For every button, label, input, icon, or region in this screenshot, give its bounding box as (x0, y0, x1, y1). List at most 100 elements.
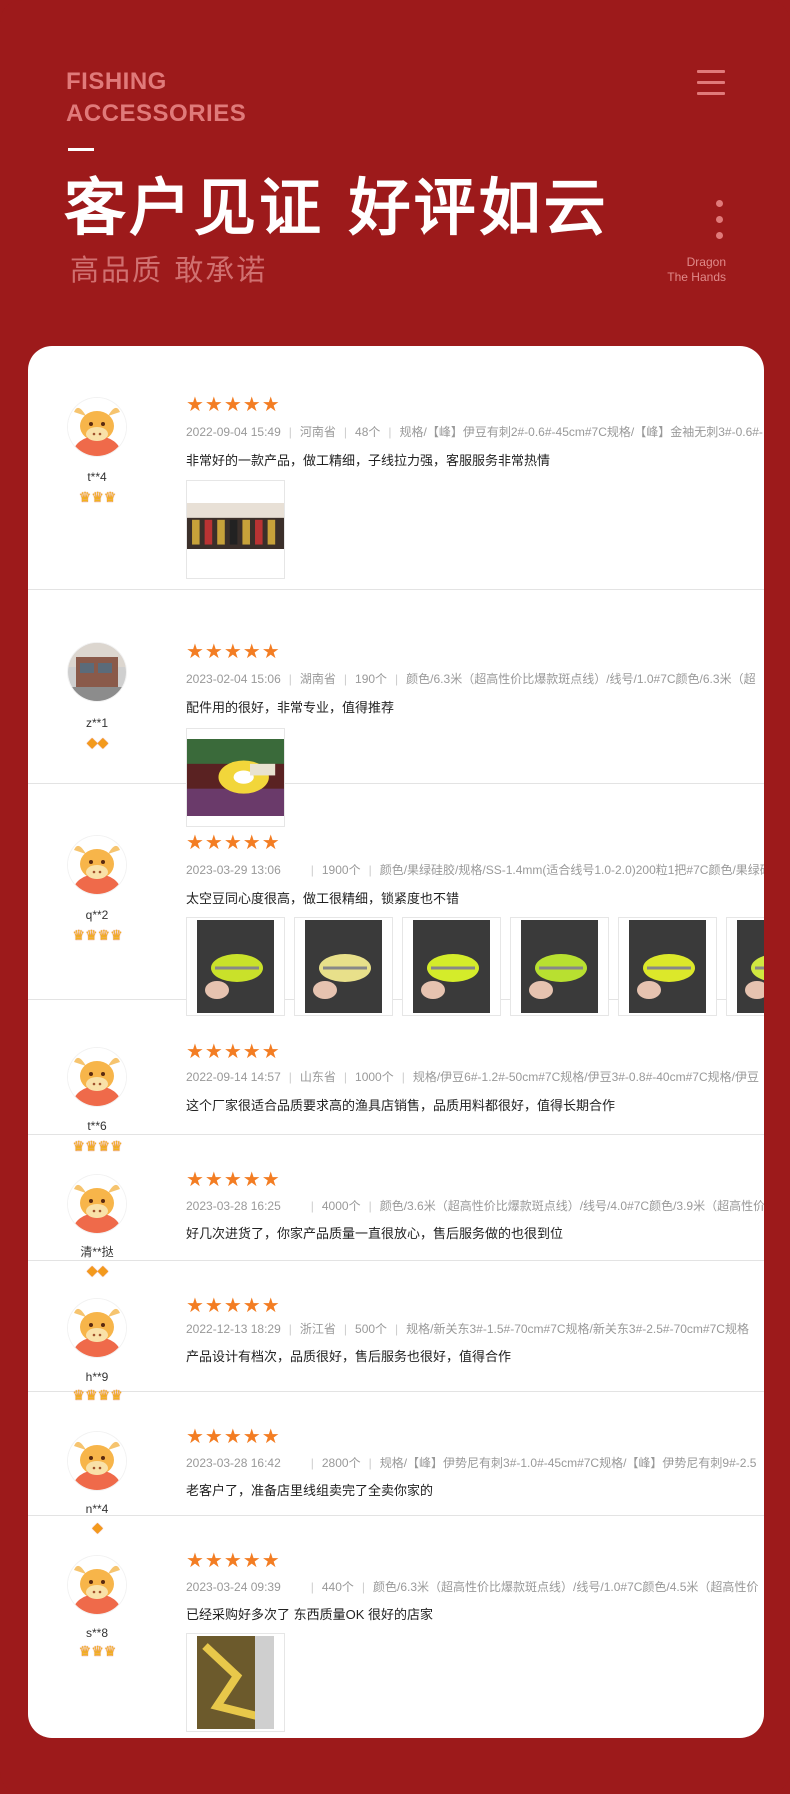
review-province: 山东省 (299, 1070, 336, 1084)
review-image-thumbnail[interactable] (186, 480, 285, 579)
meta-separator: | (343, 425, 348, 439)
review-date: 2022-09-14 14:57 (186, 1070, 281, 1084)
rating-stars: ★★★★★ (186, 394, 281, 416)
meta-separator: | (288, 1322, 292, 1336)
review-spec: 颜色/果绿硅胶/规格/SS-1.4mm(适合线号1.0-2.0)200粒1把#7… (379, 863, 764, 877)
meta-separator: | (368, 1199, 372, 1213)
avatar[interactable] (68, 1299, 126, 1357)
avatar[interactable] (68, 836, 126, 894)
review-meta: 2022-12-13 18:29 | 浙江省 | 500个 | 规格/新关东3#-1.5#-… (186, 1322, 764, 1336)
review-quantity: 440个 (321, 1580, 354, 1594)
meta-separator: | (343, 1070, 348, 1084)
reviewer-name: n**4 (85, 1502, 109, 1516)
review-spec: 颜色/3.6米（超高性价比爆款斑点线）/线号/4.0#7C颜色/3.9米（超高性… (379, 1199, 764, 1213)
reviews-card: t**4 ♛♛♛ ★★★★★ 2022-09-04 15:49 | 河南省 | 48个 | 规格/… (28, 346, 764, 1738)
rating-stars: ★★★★★ (186, 1295, 281, 1317)
review-date: 2022-09-04 15:49 (186, 425, 281, 439)
review-spec: 规格/新关东3#-1.5#-70cm#7C规格/新关东3#-2.5#-70cm#… (406, 1322, 749, 1336)
review-date: 2022-12-13 18:29 (186, 1322, 281, 1336)
review-meta: 2023-03-28 16:25 | 4000个 | 颜色/3.6米（超高性价比爆款斑点… (186, 1199, 764, 1213)
review-images (186, 1633, 764, 1732)
diamond-icon: ◆ (97, 734, 109, 750)
meta-separator: | (395, 672, 399, 686)
review-quantity: 500个 (355, 1322, 388, 1336)
review-date: 2023-03-28 16:42 (186, 1456, 281, 1470)
page-title: 客户见证 好评如云 (64, 171, 609, 244)
hamburger-menu-icon[interactable] (697, 70, 725, 96)
page-subtitle: 高品质 敢承诺 (70, 253, 268, 287)
review-meta: 2023-03-24 09:39 | 440个 | 颜色/6.3米（超高性价比爆款斑点线… (186, 1580, 764, 1594)
crown-icon: ♛ (97, 927, 111, 943)
reviewer-name: z**1 (85, 716, 108, 730)
more-dots-icon[interactable] (716, 200, 724, 248)
reviewer-level-badges: ♛♛♛ (28, 1643, 166, 1659)
crown-icon: ♛ (91, 489, 104, 505)
meta-separator: | (388, 425, 392, 439)
review-spec: 规格/【峰】伊豆有刺2#-0.6#-45cm#7C规格/【峰】金袖无刺3#-0.… (399, 425, 763, 439)
avatar[interactable] (68, 1175, 126, 1233)
tagline-line-1: Dragon (686, 255, 726, 269)
review-quantity: 4000个 (321, 1199, 361, 1213)
crown-icon: ♛ (91, 1643, 104, 1659)
avatar[interactable] (68, 398, 126, 456)
review-item: q**2 ♛♛♛♛ ★★★★★ 2023-03-29 13:06 | 1900个 | 颜色/果… (28, 784, 764, 1016)
review-text: 产品设计有档次，品质很好，售后服务也很好，值得合作 (186, 1349, 512, 1364)
crown-icon: ♛ (110, 927, 123, 943)
reviewer-level-badges: ♛♛♛♛ (28, 927, 166, 943)
review-province: 湖南省 (299, 672, 336, 686)
reviewer-name: h**9 (85, 1370, 109, 1384)
rating-stars: ★★★★★ (186, 1041, 281, 1063)
crown-icon: ♛ (84, 927, 98, 943)
meta-separator: | (310, 1456, 314, 1470)
review-images (186, 480, 764, 579)
review-item: t**4 ♛♛♛ ★★★★★ 2022-09-04 15:49 | 河南省 | 48个 | 规格/… (28, 346, 764, 590)
review-quantity: 190个 (355, 672, 388, 686)
review-text: 好几次进货了，你家产品质量一直很放心，售后服务做的也很到位 (186, 1226, 564, 1241)
review-date: 2023-03-28 16:25 (186, 1199, 281, 1213)
review-spec: 规格/【峰】伊势尼有刺3#-1.0#-45cm#7C规格/【峰】伊势尼有刺9#-… (379, 1456, 757, 1470)
review-text: 老客户了，准备店里线组卖完了全卖你家的 (186, 1483, 434, 1498)
reviewer-name: q**2 (85, 908, 109, 922)
review-date: 2023-03-24 09:39 (186, 1580, 281, 1594)
meta-separator: | (310, 1580, 314, 1594)
rating-stars: ★★★★★ (186, 1426, 281, 1448)
reviewer-level-badges: ◆◆ (28, 734, 166, 750)
review-province: 浙江省 (299, 1322, 336, 1336)
review-text: 这个厂家很适合品质要求高的渔具店销售，品质用料都很好，值得长期合作 (186, 1098, 616, 1113)
review-date: 2023-02-04 15:06 (186, 672, 281, 686)
review-meta: 2022-09-04 15:49 | 河南省 | 48个 | 规格/【峰】伊豆有刺2#-0.… (186, 425, 764, 439)
review-quantity: 1900个 (321, 863, 361, 877)
review-text: 已经采购好多次了 东西质量OK 很好的店家 (186, 1607, 434, 1622)
rating-stars: ★★★★★ (186, 1169, 281, 1191)
crown-icon: ♛ (72, 927, 85, 943)
review-item: z**1 ◆◆ ★★★★★ 2023-02-04 15:06 | 湖南省 | 190个 | 颜色/… (28, 590, 764, 827)
crown-icon: ♛ (78, 489, 92, 505)
avatar[interactable] (68, 1048, 126, 1106)
page-frame: FISHING ACCESSORIES 客户见证 好评如云 高品质 敢承诺 Dr… (0, 0, 790, 1794)
meta-separator: | (343, 672, 348, 686)
title-dash (68, 148, 94, 151)
review-item: h**9 ♛♛♛♛ ★★★★★ 2022-12-13 18:29 | 浙江省 | 500个 | 规… (28, 1261, 764, 1403)
review-text: 非常好的一款产品，做工精细，子线拉力强，客服服务非常热情 (186, 453, 551, 468)
meta-separator: | (288, 672, 292, 686)
avatar[interactable] (68, 643, 126, 701)
review-text: 太空豆同心度很高，做工很精细，锁紧度也不错 (186, 891, 460, 906)
review-quantity: 48个 (355, 425, 381, 439)
avatar[interactable] (68, 1556, 126, 1614)
review-quantity: 1000个 (355, 1070, 394, 1084)
meta-separator: | (361, 1580, 366, 1594)
review-text: 配件用的很好，非常专业，值得推荐 (186, 700, 395, 715)
reviewer-name: s**8 (85, 1626, 108, 1640)
brand-line-2: ACCESSORIES (66, 100, 247, 127)
crown-icon: ♛ (78, 1643, 92, 1659)
reviewer-level-badges: ♛♛♛ (28, 489, 166, 505)
meta-separator: | (343, 1322, 348, 1336)
review-meta: 2023-03-28 16:42 | 2800个 | 规格/【峰】伊势尼有刺3#-1.0… (186, 1456, 764, 1470)
meta-separator: | (288, 425, 292, 439)
review-meta: 2022-09-14 14:57 | 山东省 | 1000个 | 规格/伊豆6#-1.2#-… (186, 1070, 764, 1084)
review-image-thumbnail[interactable] (186, 1633, 285, 1732)
avatar[interactable] (68, 1432, 126, 1490)
review-meta: 2023-02-04 15:06 | 湖南省 | 190个 | 颜色/6.3米（超高性价比爆… (186, 672, 764, 686)
review-province: 河南省 (299, 425, 336, 439)
diamond-icon: ◆ (86, 734, 98, 750)
